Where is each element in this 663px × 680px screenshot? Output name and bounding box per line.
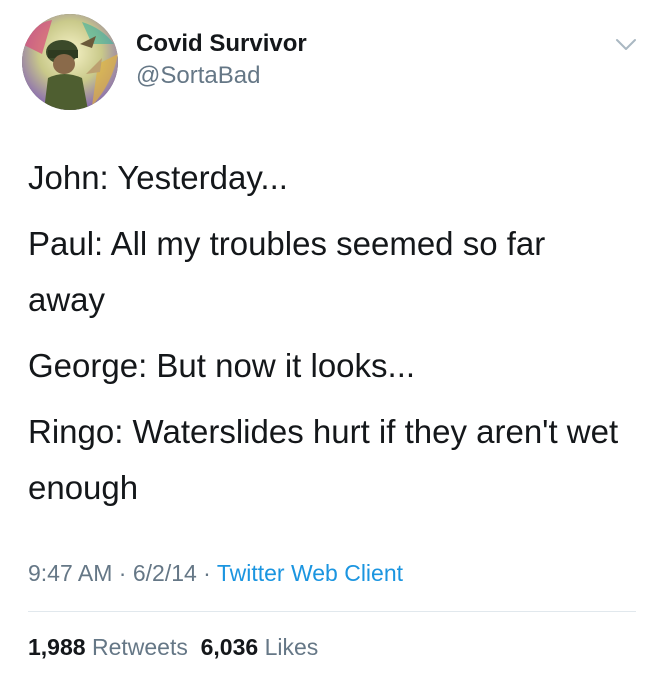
tweet-card: Covid Survivor @SortaBad John: Yesterday… [0,0,663,680]
tweet-client-link[interactable]: Twitter Web Client [217,560,403,586]
likes-label: Likes [264,634,319,660]
likes-stat[interactable]: 6,036 Likes [201,634,319,660]
meta-separator: · [112,560,133,586]
tweet-line-george: George: But now it looks... [28,347,416,384]
avatar-image [22,14,118,110]
retweets-stat[interactable]: 1,988 Retweets [28,634,188,660]
meta-separator: · [196,560,217,586]
retweets-label: Retweets [91,634,188,660]
tweet-time[interactable]: 9:47 AM [28,560,112,586]
tweet-meta: 9:47 AM · 6/2/14 · Twitter Web Client [28,560,403,587]
author-name[interactable]: Covid Survivor [136,30,307,58]
tweet-date[interactable]: 6/2/14 [133,560,197,586]
tweet-line-ringo: Ringo: Waterslides hurt if they aren't w… [28,413,619,506]
likes-count: 6,036 [200,634,259,660]
tweet-stats: 1,988 Retweets 6,036 Likes [28,634,318,661]
tweet-line-john: John: Yesterday... [28,159,288,196]
tweet-line-paul: Paul: All my troubles seemed so far away [28,225,546,318]
chevron-down-icon[interactable] [614,34,638,54]
retweets-count: 1,988 [28,634,86,660]
divider [28,611,636,612]
author-handle[interactable]: @SortaBad [136,62,260,90]
tweet-text: John: Yesterday... Paul: All my troubles… [28,150,628,526]
avatar[interactable] [22,14,118,110]
